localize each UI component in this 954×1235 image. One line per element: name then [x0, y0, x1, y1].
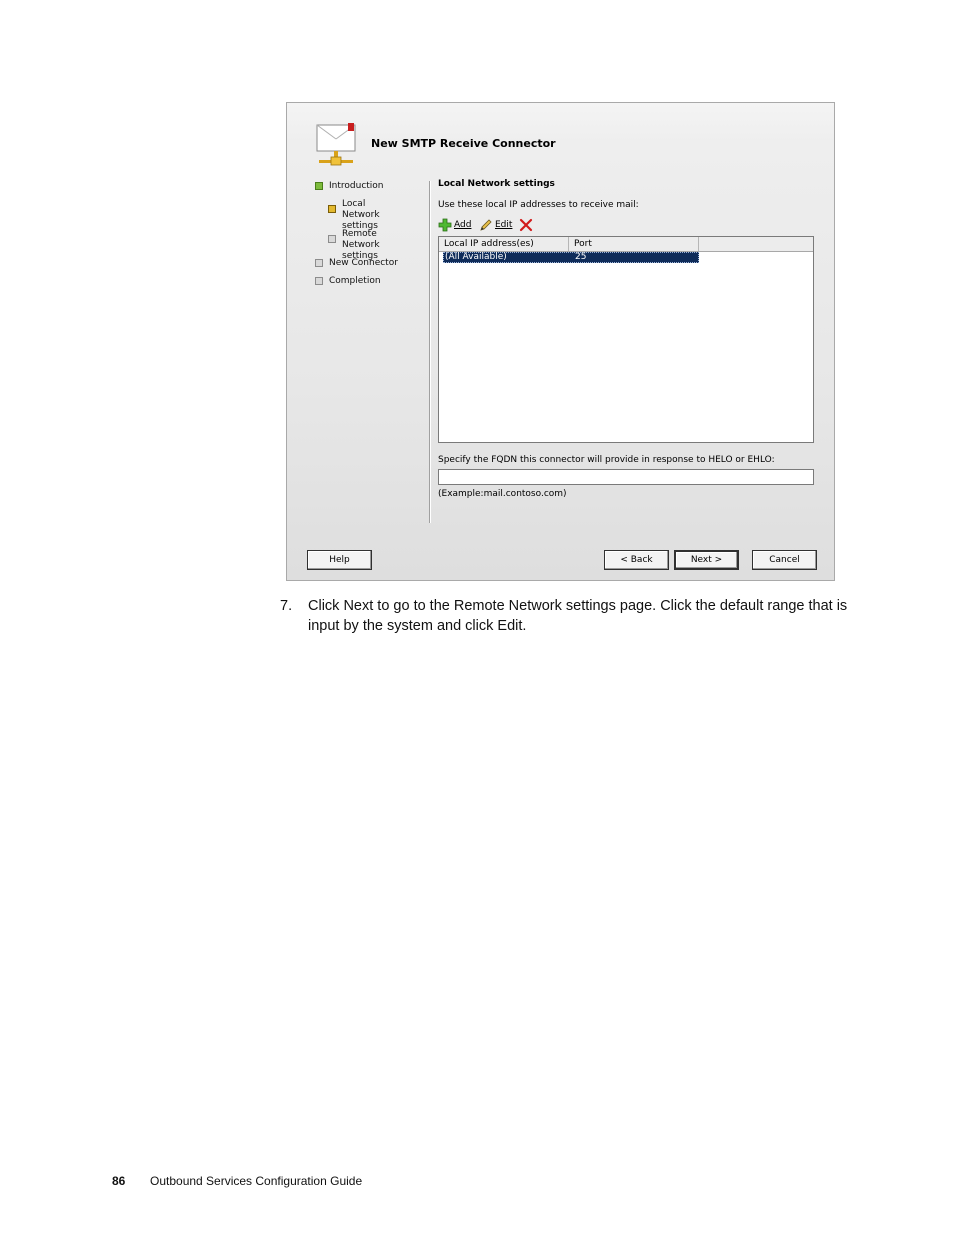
- remove-x-icon: [519, 218, 533, 232]
- step-pending-icon: [328, 235, 336, 243]
- add-icon: [438, 218, 452, 232]
- local-ip-list[interactable]: Local IP address(es) Port (All Available…: [438, 236, 814, 443]
- step-done-icon: [315, 182, 323, 190]
- remove-button[interactable]: [519, 217, 533, 233]
- instruction-text: Use these local IP addresses to receive …: [438, 200, 639, 210]
- fqdn-input[interactable]: [438, 469, 814, 485]
- step-label: Local Network settings: [342, 199, 380, 231]
- column-header-port[interactable]: Port: [569, 237, 699, 251]
- back-button[interactable]: < Back: [604, 550, 669, 570]
- table-row[interactable]: (All Available) 25: [443, 252, 699, 263]
- section-heading: Local Network settings: [438, 179, 555, 189]
- edit-label: Edit: [495, 220, 513, 230]
- fqdn-label: Specify the FQDN this connector will pro…: [438, 455, 775, 465]
- help-button[interactable]: Help: [307, 550, 372, 570]
- next-button[interactable]: Next >: [674, 550, 739, 570]
- step-label: Completion: [329, 276, 381, 286]
- document-page: New SMTP Receive Connector Introduction …: [0, 0, 954, 1235]
- step-current-icon: [328, 205, 336, 213]
- cancel-button[interactable]: Cancel: [752, 550, 817, 570]
- step-label: Introduction: [329, 181, 384, 191]
- step-number: 7.: [280, 598, 293, 614]
- step-pending-icon: [315, 259, 323, 267]
- nav-divider: [429, 181, 430, 523]
- add-label: Add: [454, 220, 472, 230]
- ip-list-toolbar: Add Edit: [438, 217, 638, 233]
- page-number: 86: [112, 1174, 126, 1188]
- port-cell: 25: [575, 252, 587, 262]
- wizard-title: New SMTP Receive Connector: [371, 137, 556, 150]
- step-label: New Connector: [329, 258, 398, 268]
- smtp-connector-icon: [316, 123, 356, 166]
- new-smtp-receive-connector-wizard: New SMTP Receive Connector Introduction …: [286, 102, 835, 581]
- fqdn-example: (Example:mail.contoso.com): [438, 489, 567, 499]
- step-text: Click Next to go to the Remote Network s…: [308, 598, 848, 634]
- guide-title: Outbound Services Configuration Guide: [150, 1174, 363, 1188]
- list-header: Local IP address(es) Port: [439, 237, 813, 252]
- ip-cell: (All Available): [445, 252, 507, 262]
- step-pending-icon: [315, 277, 323, 285]
- pencil-icon: [480, 219, 492, 231]
- column-header-local-ip[interactable]: Local IP address(es): [439, 237, 569, 251]
